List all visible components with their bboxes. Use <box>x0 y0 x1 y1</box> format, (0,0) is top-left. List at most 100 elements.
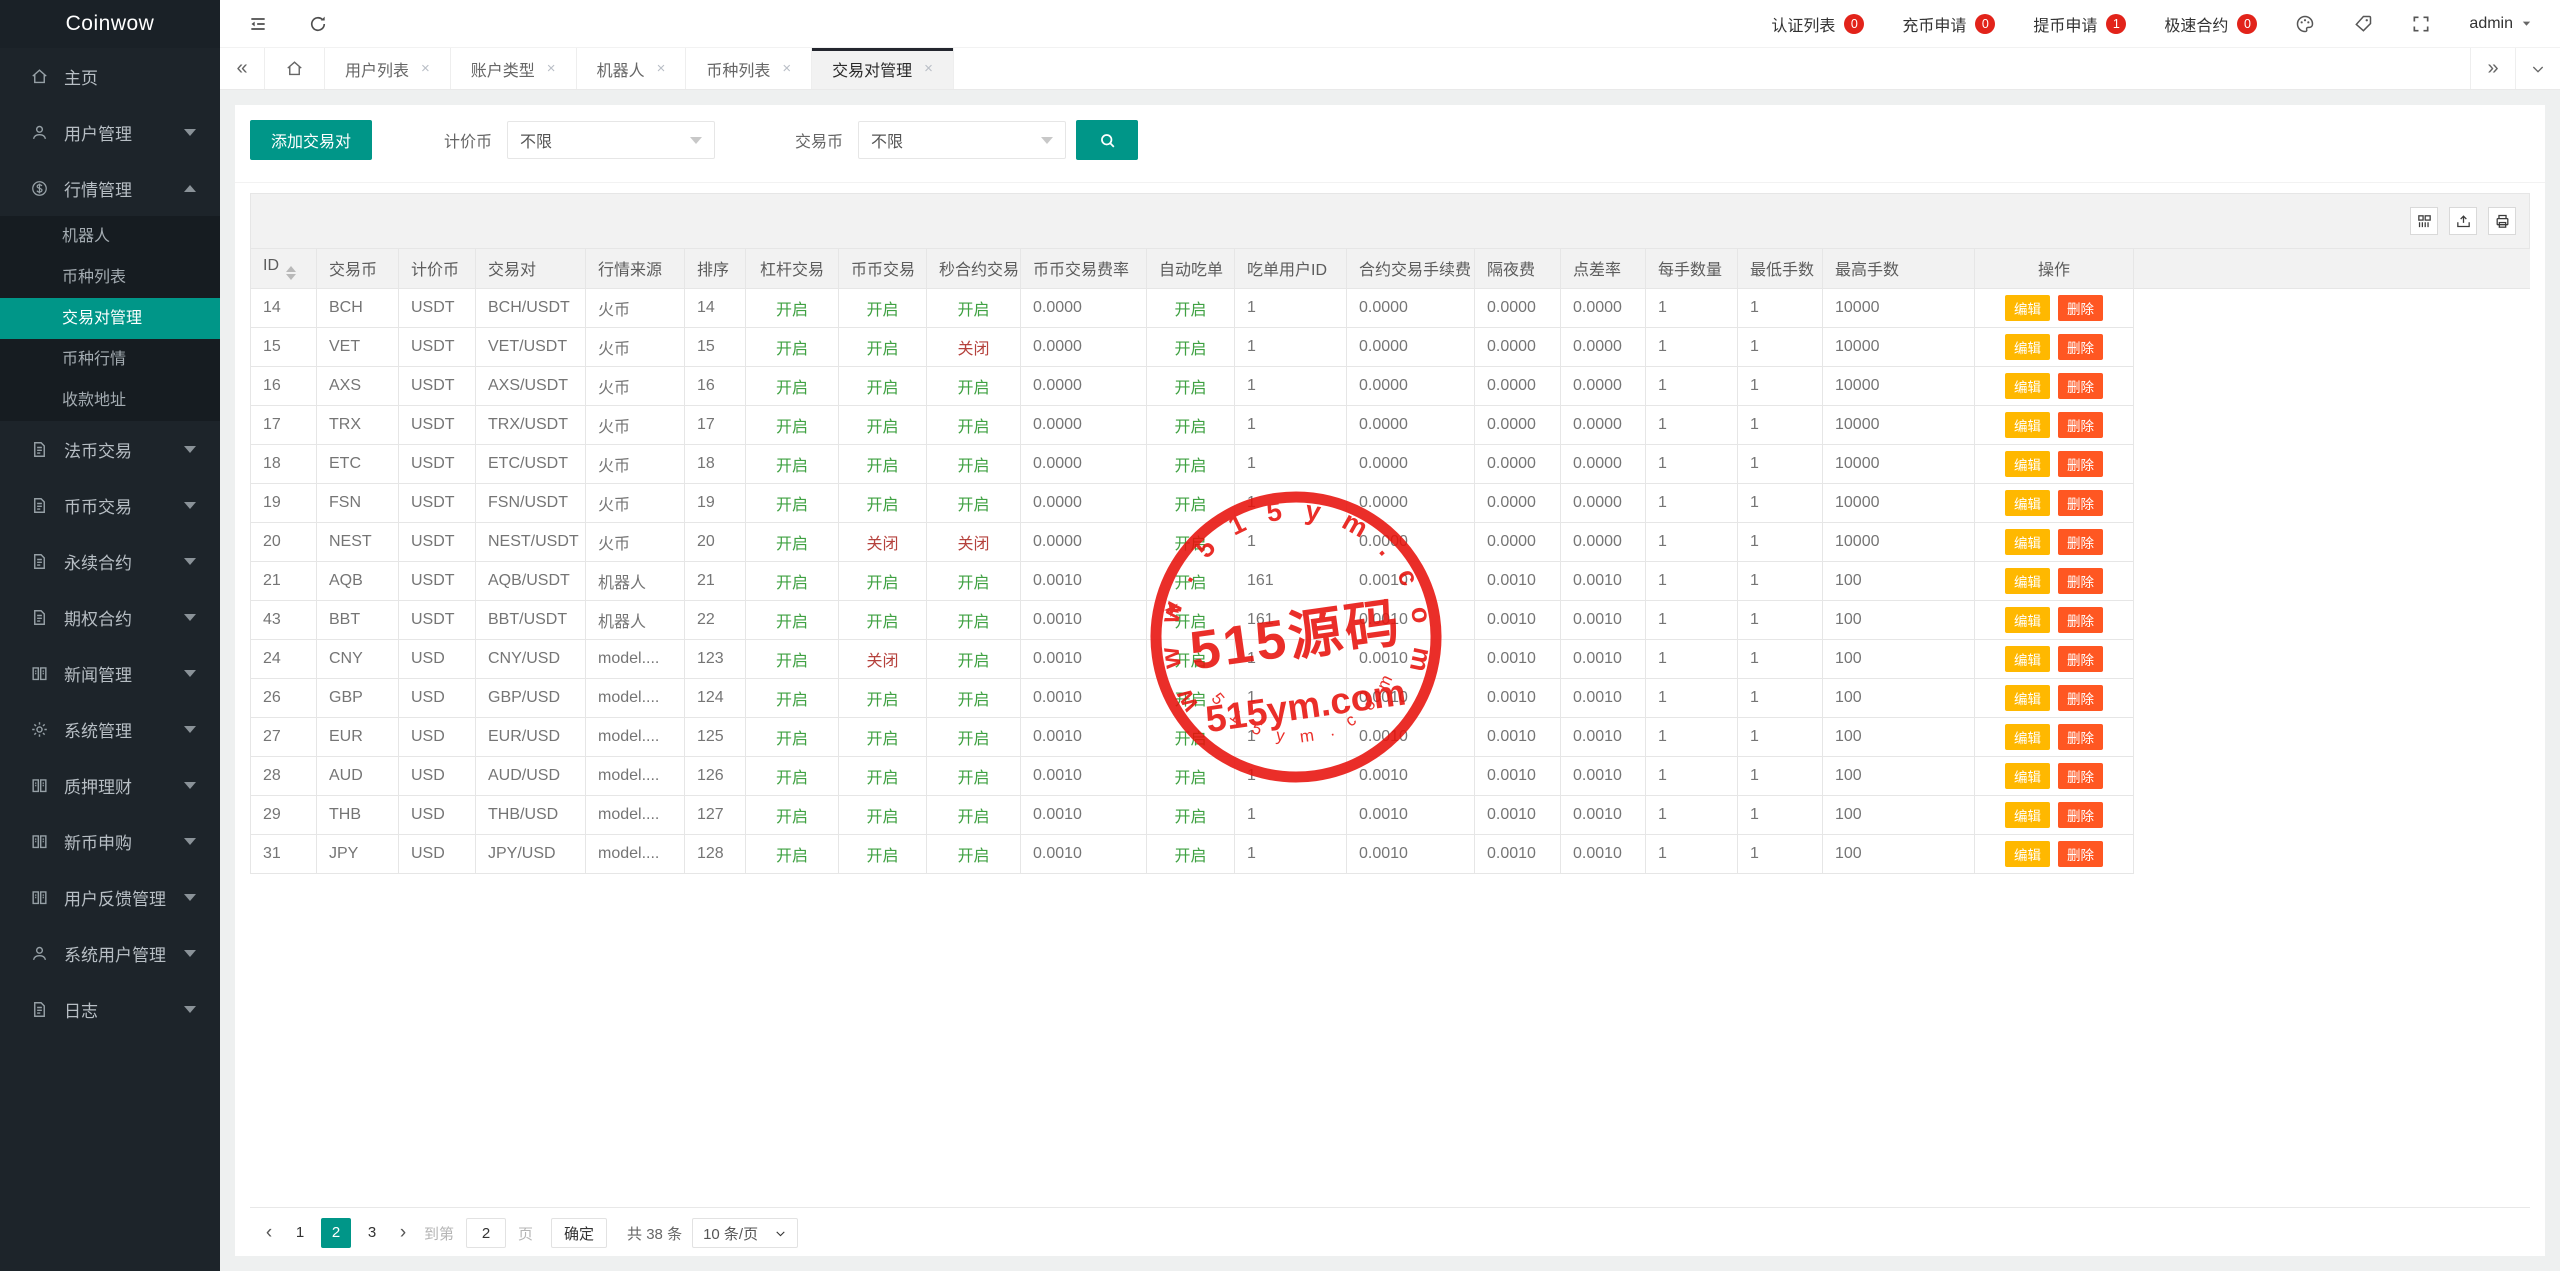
delete-button[interactable]: 删除 <box>2058 529 2103 555</box>
user-menu[interactable]: admin <box>2469 15 2532 33</box>
delete-button[interactable]: 删除 <box>2058 724 2103 750</box>
column-header[interactable]: ID <box>251 249 317 288</box>
topbar-menu-item[interactable]: 充币申请0 <box>1902 12 1995 36</box>
delete-button[interactable]: 删除 <box>2058 646 2103 672</box>
page-number-button[interactable]: 3 <box>357 1218 387 1248</box>
page-size-select[interactable]: 10 条/页 <box>692 1218 798 1248</box>
prev-page-button[interactable]: ‹ <box>256 1218 282 1248</box>
tag-icon[interactable] <box>2353 14 2373 34</box>
close-icon[interactable]: × <box>547 61 556 76</box>
close-icon[interactable]: × <box>657 61 666 76</box>
sort-icon[interactable] <box>286 266 296 280</box>
sidebar-item-coin-trade[interactable]: 币币交易 <box>0 477 220 533</box>
sidebar-item-robots[interactable]: 机器人 <box>0 216 220 257</box>
delete-button[interactable]: 删除 <box>2058 568 2103 594</box>
delete-button[interactable]: 删除 <box>2058 295 2103 321</box>
status-badge: 开启 <box>866 419 898 436</box>
sidebar-item-system-user-management[interactable]: 系统用户管理 <box>0 925 220 981</box>
edit-button[interactable]: 编辑 <box>2005 607 2050 633</box>
edit-button[interactable]: 编辑 <box>2005 529 2050 555</box>
status-badge: 关闭 <box>957 341 989 358</box>
refresh-icon[interactable] <box>308 14 328 34</box>
confirm-page-button[interactable]: 确定 <box>551 1218 607 1248</box>
table-cell: 15 <box>685 327 746 366</box>
delete-button[interactable]: 删除 <box>2058 373 2103 399</box>
edit-button[interactable]: 编辑 <box>2005 373 2050 399</box>
delete-button[interactable]: 删除 <box>2058 802 2103 828</box>
edit-button[interactable]: 编辑 <box>2005 802 2050 828</box>
edit-button[interactable]: 编辑 <box>2005 412 2050 438</box>
search-button[interactable] <box>1076 120 1138 160</box>
sidebar-item-user-management[interactable]: 用户管理 <box>0 104 220 160</box>
next-page-button[interactable]: › <box>390 1218 416 1248</box>
topbar-menu-item[interactable]: 极速合约0 <box>2164 12 2257 36</box>
delete-button[interactable]: 删除 <box>2058 490 2103 516</box>
sidebar-item-user-feedback-management[interactable]: 用户反馈管理 <box>0 869 220 925</box>
sidebar-item-perpetual-contract[interactable]: 永续合约 <box>0 533 220 589</box>
sidebar-item-staking-finance[interactable]: 质押理财 <box>0 757 220 813</box>
edit-button[interactable]: 编辑 <box>2005 451 2050 477</box>
sidebar-item-new-coin-subscription[interactable]: 新币申购 <box>0 813 220 869</box>
delete-button[interactable]: 删除 <box>2058 412 2103 438</box>
close-icon[interactable]: × <box>924 61 933 76</box>
delete-button[interactable]: 删除 <box>2058 841 2103 867</box>
sidebar-item-home[interactable]: 主页 <box>0 48 220 104</box>
delete-button[interactable]: 删除 <box>2058 607 2103 633</box>
columns-button[interactable] <box>2410 207 2438 235</box>
collapse-sidebar-icon[interactable] <box>248 14 268 34</box>
table-cell: 编辑删除 <box>1975 600 2134 639</box>
sidebar-item-options-contract[interactable]: 期权合约 <box>0 589 220 645</box>
delete-button[interactable]: 删除 <box>2058 763 2103 789</box>
edit-button[interactable]: 编辑 <box>2005 724 2050 750</box>
sidebar-item-system-management[interactable]: 系统管理 <box>0 701 220 757</box>
page-number-button[interactable]: 2 <box>321 1218 351 1248</box>
edit-button[interactable]: 编辑 <box>2005 490 2050 516</box>
delete-button[interactable]: 删除 <box>2058 685 2103 711</box>
edit-button[interactable]: 编辑 <box>2005 334 2050 360</box>
trade-currency-select[interactable]: 不限 <box>858 121 1066 159</box>
tab-账户类型[interactable]: 账户类型× <box>451 48 577 89</box>
topbar-menu-item[interactable]: 认证列表0 <box>1771 12 1864 36</box>
sidebar-item-fiat-trade[interactable]: 法币交易 <box>0 421 220 477</box>
tabs-menu-button[interactable] <box>2515 48 2560 89</box>
edit-button[interactable]: 编辑 <box>2005 763 2050 789</box>
palette-icon[interactable] <box>2295 14 2315 34</box>
sidebar-item-coin-market[interactable]: 币种行情 <box>0 339 220 380</box>
sidebar-item-news-management[interactable]: 新闻管理 <box>0 645 220 701</box>
edit-button[interactable]: 编辑 <box>2005 841 2050 867</box>
table-cell: 1 <box>1738 795 1823 834</box>
delete-button[interactable]: 删除 <box>2058 451 2103 477</box>
tab-用户列表[interactable]: 用户列表× <box>325 48 451 89</box>
edit-button[interactable]: 编辑 <box>2005 685 2050 711</box>
table-cell: 100 <box>1823 834 1975 873</box>
page-number-button[interactable]: 1 <box>285 1218 315 1248</box>
sidebar-item-logs[interactable]: 日志 <box>0 981 220 1037</box>
tab-home[interactable] <box>265 48 325 89</box>
sidebar-item-trading-pair-management[interactable]: 交易对管理 <box>0 298 220 339</box>
tab-机器人[interactable]: 机器人× <box>577 48 687 89</box>
edit-button[interactable]: 编辑 <box>2005 568 2050 594</box>
export-button[interactable] <box>2449 207 2477 235</box>
quote-currency-select[interactable]: 不限 <box>507 121 715 159</box>
tabs-scroll-left-button[interactable]: « <box>220 48 265 89</box>
sidebar-item-coin-list[interactable]: 币种列表 <box>0 257 220 298</box>
tabs-scroll-right-button[interactable]: » <box>2470 48 2515 89</box>
close-icon[interactable]: × <box>421 61 430 76</box>
notification-badge: 1 <box>2106 14 2126 34</box>
sidebar-item-market-management[interactable]: 行情管理 <box>0 160 220 216</box>
print-button[interactable] <box>2488 207 2516 235</box>
status-badge: 开启 <box>957 419 989 436</box>
close-icon[interactable]: × <box>782 61 791 76</box>
topbar-menu-item[interactable]: 提币申请1 <box>2033 12 2126 36</box>
table-cell: 0.0010 <box>1561 717 1646 756</box>
column-header: 合约交易手续费 <box>1347 249 1475 288</box>
tab-交易对管理[interactable]: 交易对管理× <box>812 48 954 89</box>
delete-button[interactable]: 删除 <box>2058 334 2103 360</box>
add-trading-pair-button[interactable]: 添加交易对 <box>250 120 372 160</box>
page-jump-input[interactable] <box>466 1218 506 1248</box>
edit-button[interactable]: 编辑 <box>2005 295 2050 321</box>
sidebar-item-receiving-address[interactable]: 收款地址 <box>0 380 220 421</box>
edit-button[interactable]: 编辑 <box>2005 646 2050 672</box>
fullscreen-icon[interactable] <box>2411 14 2431 34</box>
tab-币种列表[interactable]: 币种列表× <box>686 48 812 89</box>
